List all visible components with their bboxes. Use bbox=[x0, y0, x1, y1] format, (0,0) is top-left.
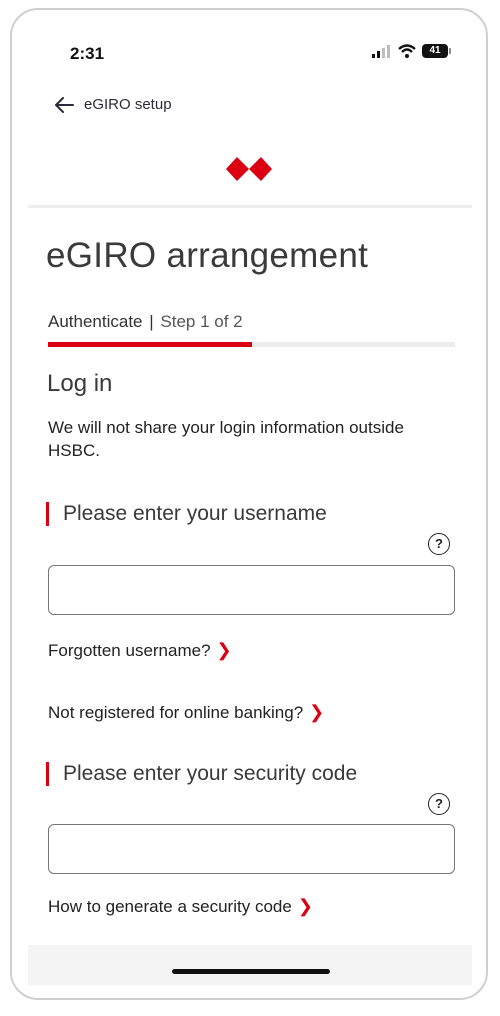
forgot-username-link[interactable]: Forgotten username? ❯ bbox=[48, 640, 232, 661]
chevron-right-icon: ❯ bbox=[216, 640, 232, 660]
battery-icon: 41 bbox=[422, 44, 451, 58]
login-heading: Log in bbox=[47, 370, 113, 397]
wifi-icon bbox=[398, 44, 416, 58]
status-time: 2:31 bbox=[70, 44, 105, 63]
back-button[interactable]: eGIRO setup bbox=[54, 96, 172, 113]
bottom-bar bbox=[28, 945, 472, 985]
security-code-help-icon[interactable]: ? bbox=[428, 793, 450, 815]
chevron-right-icon: ❯ bbox=[297, 896, 313, 916]
step-indicator: Authenticate | Step 1 of 2 bbox=[48, 312, 243, 332]
username-input[interactable] bbox=[49, 566, 454, 614]
generate-code-text: How to generate a security code bbox=[48, 896, 292, 916]
username-label-text: Please enter your username bbox=[63, 502, 327, 525]
step-count: Step 1 of 2 bbox=[160, 312, 243, 331]
label-marker bbox=[46, 502, 49, 526]
home-indicator[interactable] bbox=[172, 969, 330, 974]
progress-fill bbox=[48, 342, 252, 347]
signal-icon bbox=[372, 44, 390, 58]
label-marker bbox=[46, 762, 49, 786]
header-divider bbox=[28, 205, 472, 208]
security-code-label: Please enter your security code bbox=[46, 762, 357, 786]
back-label: eGIRO setup bbox=[84, 96, 172, 113]
generate-code-link[interactable]: How to generate a security code ❯ bbox=[48, 896, 313, 917]
security-code-label-text: Please enter your security code bbox=[63, 762, 358, 785]
not-registered-text: Not registered for online banking? bbox=[48, 702, 304, 722]
not-registered-link[interactable]: Not registered for online banking? ❯ bbox=[48, 702, 324, 723]
security-code-field[interactable] bbox=[48, 824, 455, 874]
forgot-username-text: Forgotten username? bbox=[48, 640, 211, 660]
username-field[interactable] bbox=[48, 565, 455, 615]
arrow-left-icon bbox=[55, 96, 74, 113]
login-info-text: We will not share your login information… bbox=[48, 418, 404, 460]
phone-frame: 2:31 41 eGIRO setup eGIRO arrangement Au… bbox=[10, 8, 488, 1000]
status-icons: 41 bbox=[372, 44, 451, 58]
page-title: eGIRO arrangement bbox=[46, 236, 369, 275]
security-code-input[interactable] bbox=[49, 825, 454, 873]
chevron-right-icon: ❯ bbox=[309, 702, 325, 722]
progress-bar bbox=[48, 342, 455, 347]
hsbc-logo-icon bbox=[226, 157, 272, 181]
step-separator: | bbox=[149, 312, 154, 331]
username-help-icon[interactable]: ? bbox=[428, 533, 450, 555]
step-current: Authenticate bbox=[48, 312, 143, 331]
username-label: Please enter your username bbox=[46, 502, 327, 526]
